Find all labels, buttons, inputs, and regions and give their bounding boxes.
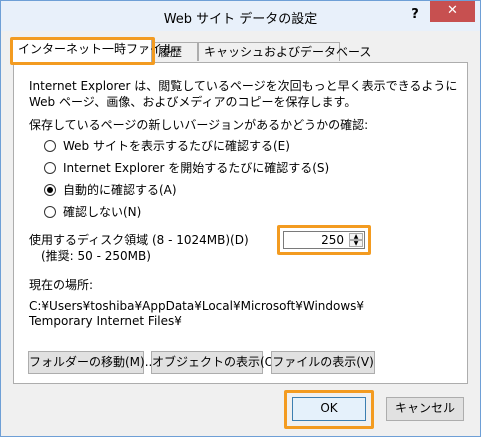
location-label: 現在の場所:: [29, 278, 94, 292]
radio-label: Internet Explorer を開始するたびに確認する(S): [63, 161, 330, 175]
check-heading: 保存しているページの新しいバージョンがあるかどうかの確認:: [29, 118, 369, 132]
location-path-line1: C:¥Users¥toshiba¥AppData¥Local¥Microsoft…: [29, 299, 365, 313]
settings-dialog: Web サイト データの設定 ? ✕ インターネット一時ファイル 履歴 キャッシ…: [0, 0, 481, 437]
radio-label: 確認しない(N): [63, 205, 142, 219]
disk-space-recommended: (推奨: 50 - 250MB): [41, 249, 151, 263]
close-button[interactable]: ✕: [430, 1, 475, 22]
disk-space-label: 使用するディスク領域 (8 - 1024MB)(D): [29, 233, 249, 247]
location-path-line2: Temporary Internet Files¥: [29, 314, 182, 328]
description-line1: Internet Explorer は、閲覧しているページを次回もっと早く表示で…: [29, 79, 458, 93]
description-line2: Web ページ、画像、およびメディアのコピーを保存します。: [29, 95, 357, 109]
view-objects-button[interactable]: オブジェクトの表示(O): [151, 351, 279, 374]
tab-caches-databases[interactable]: キャッシュおよびデータベース: [198, 42, 371, 61]
radio-button[interactable]: [44, 162, 56, 174]
help-button[interactable]: ?: [406, 4, 424, 26]
radio-label: 自動的に確認する(A): [63, 183, 177, 197]
ok-highlight: [284, 390, 374, 429]
radio-button[interactable]: [44, 184, 56, 196]
radio-button[interactable]: [44, 206, 56, 218]
tab-panel: [13, 62, 468, 384]
cancel-button[interactable]: キャンセル: [386, 397, 464, 421]
move-folder-button[interactable]: フォルダーの移動(M)...: [28, 351, 156, 374]
radio-label: Web サイトを表示するたびに確認する(E): [63, 139, 290, 153]
radio-button[interactable]: [44, 140, 56, 152]
view-files-button[interactable]: ファイルの表示(V): [271, 351, 375, 374]
tab-highlight: [10, 37, 155, 65]
stepper-highlight: [277, 225, 371, 255]
title-bar: Web サイト データの設定 ? ✕: [1, 1, 480, 31]
